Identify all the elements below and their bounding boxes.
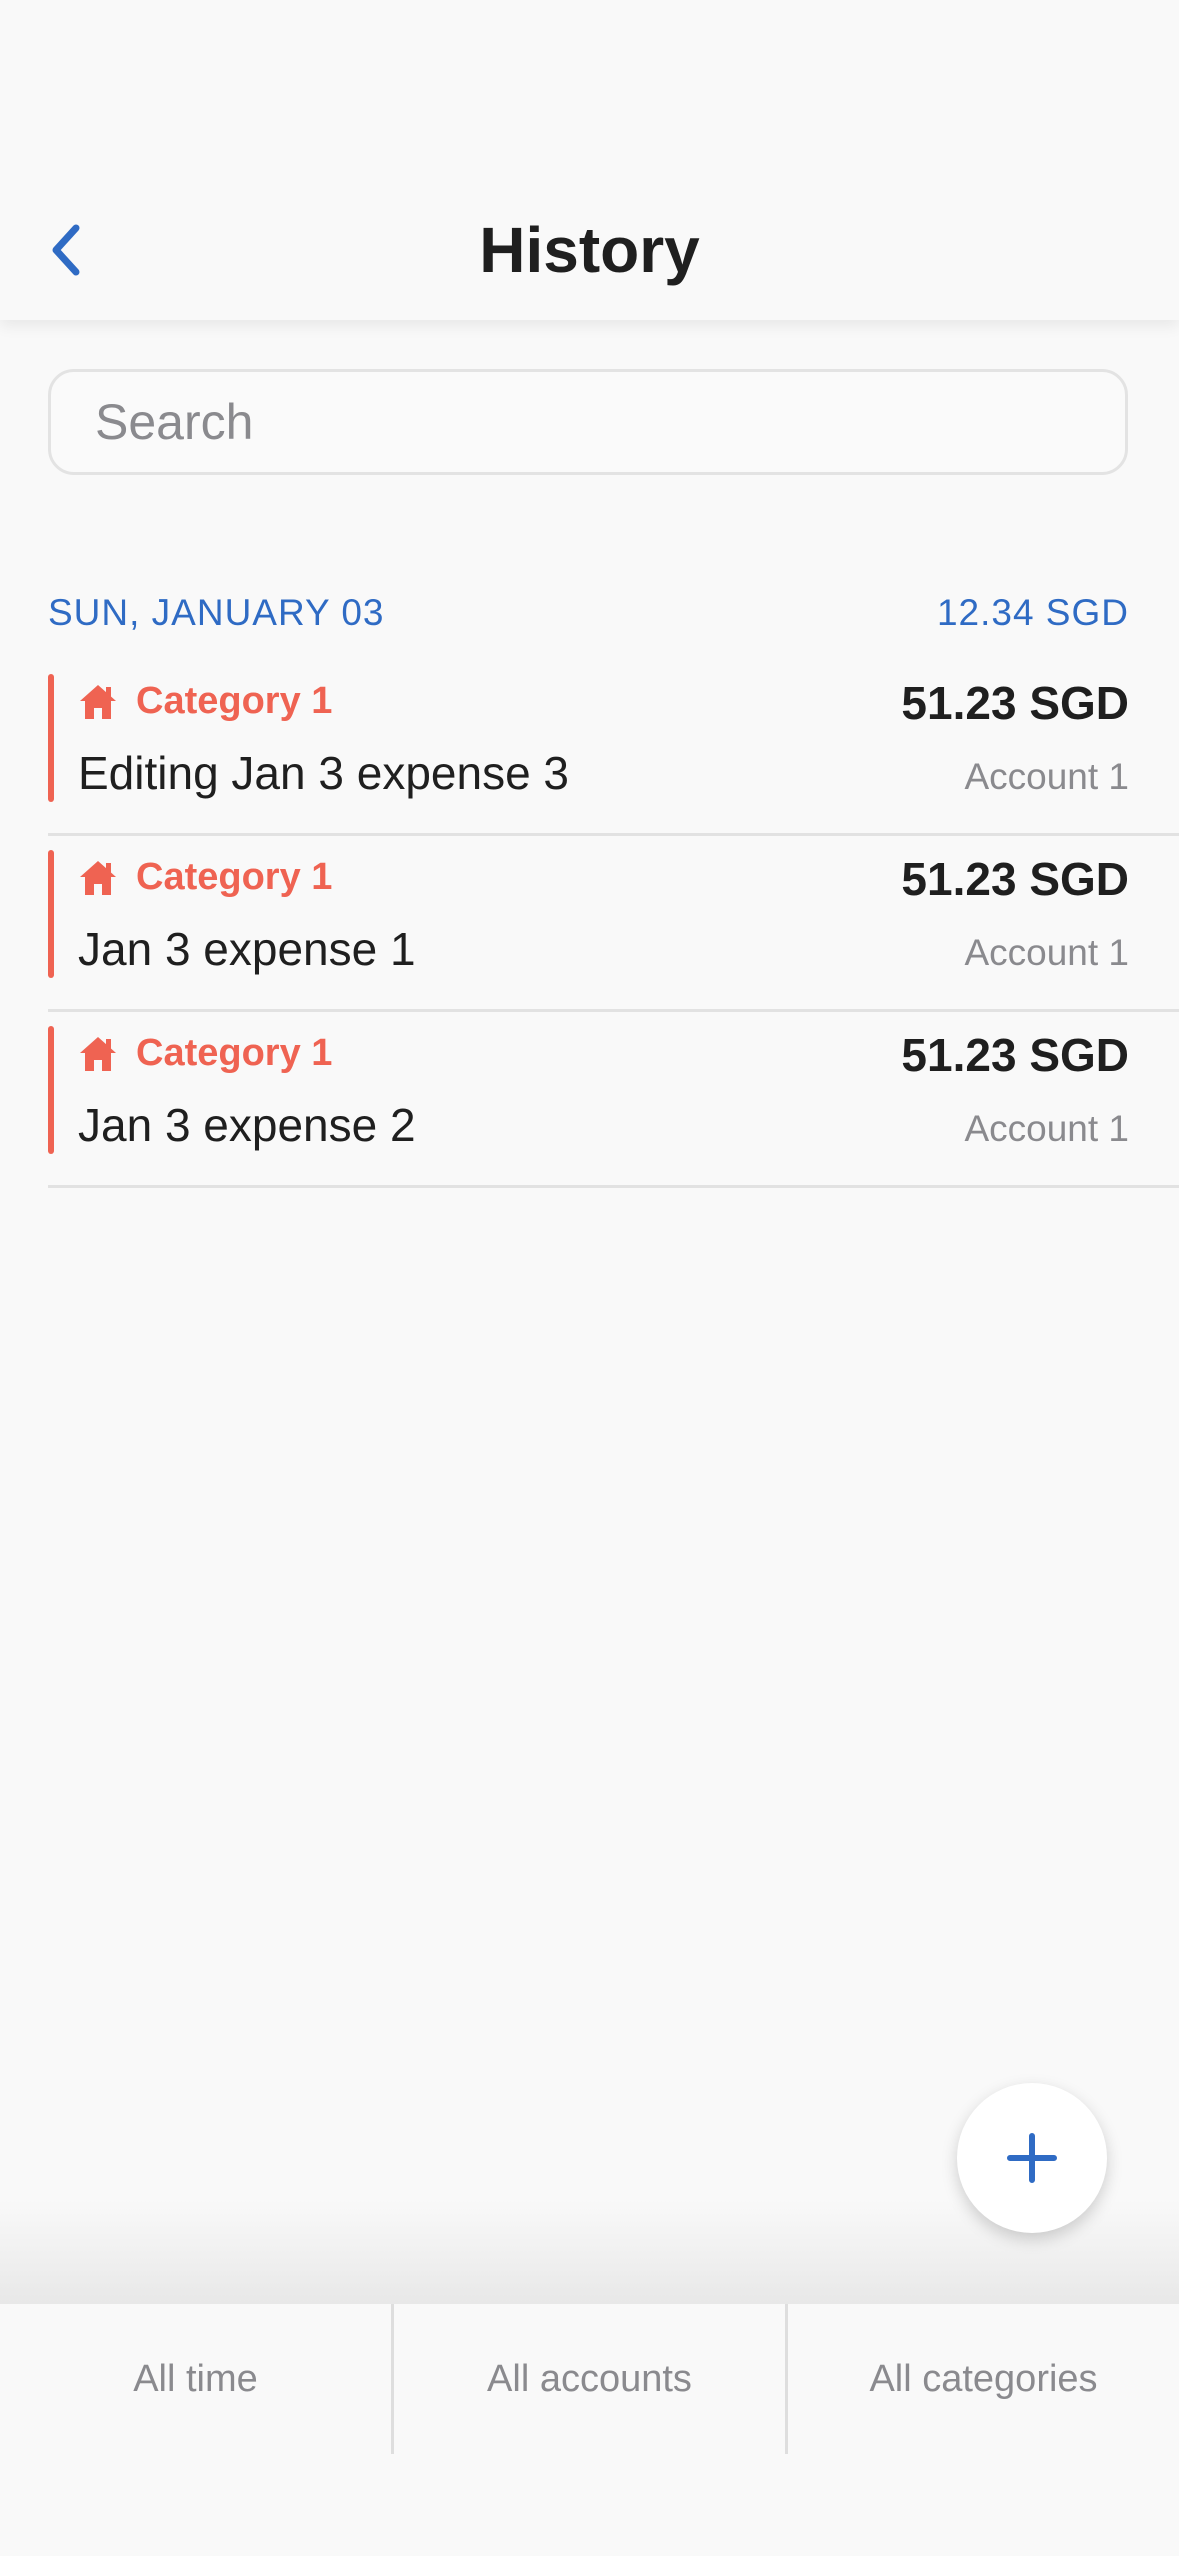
transaction-note: Jan 3 expense 2 (78, 1099, 416, 1151)
transaction-amount: 51.23 SGD (901, 853, 1129, 905)
category-name: Category 1 (136, 856, 333, 898)
transaction-row[interactable]: Category 1 Jan 3 expense 1 51.23 SGD Acc… (48, 836, 1179, 1012)
category-color-bar (48, 1026, 54, 1154)
plus-icon (1007, 2133, 1057, 2183)
filter-accounts-button[interactable]: All accounts (391, 2304, 785, 2454)
page-title: History (479, 214, 700, 286)
transaction-row[interactable]: Category 1 Editing Jan 3 expense 3 51.23… (48, 660, 1179, 836)
transaction-note: Editing Jan 3 expense 3 (78, 747, 570, 799)
day-group-header: SUN, JANUARY 03 12.34 SGD (48, 585, 1129, 641)
category-label: Category 1 (78, 1032, 332, 1075)
app-header: History (0, 0, 1179, 320)
transaction-row[interactable]: Category 1 Jan 3 expense 2 51.23 SGD Acc… (48, 1012, 1179, 1188)
day-date-label: SUN, JANUARY 03 (48, 592, 385, 633)
home-icon (80, 684, 116, 719)
transaction-amount: 51.23 SGD (901, 677, 1129, 729)
filter-time-button[interactable]: All time (0, 2304, 391, 2454)
category-label: Category 1 (78, 680, 332, 723)
transaction-account: Account 1 (964, 932, 1129, 973)
transaction-note: Jan 3 expense 1 (78, 923, 416, 975)
search-input[interactable] (48, 369, 1128, 475)
filter-categories-button[interactable]: All categories (785, 2304, 1179, 2454)
filter-bar: All time All accounts All categories (0, 2304, 1179, 2556)
category-name: Category 1 (136, 680, 333, 722)
add-transaction-button[interactable] (957, 2083, 1107, 2233)
transaction-account: Account 1 (964, 756, 1129, 797)
home-icon (80, 860, 116, 895)
category-name: Category 1 (136, 1032, 333, 1074)
category-label: Category 1 (78, 856, 332, 899)
home-icon (80, 1036, 116, 1071)
day-total: 12.34 SGD (936, 592, 1129, 633)
transaction-list: Category 1 Editing Jan 3 expense 3 51.23… (48, 660, 1179, 1188)
transaction-amount: 51.23 SGD (901, 1029, 1129, 1081)
category-color-bar (48, 674, 54, 802)
transaction-account: Account 1 (964, 1108, 1129, 1149)
category-color-bar (48, 850, 54, 978)
